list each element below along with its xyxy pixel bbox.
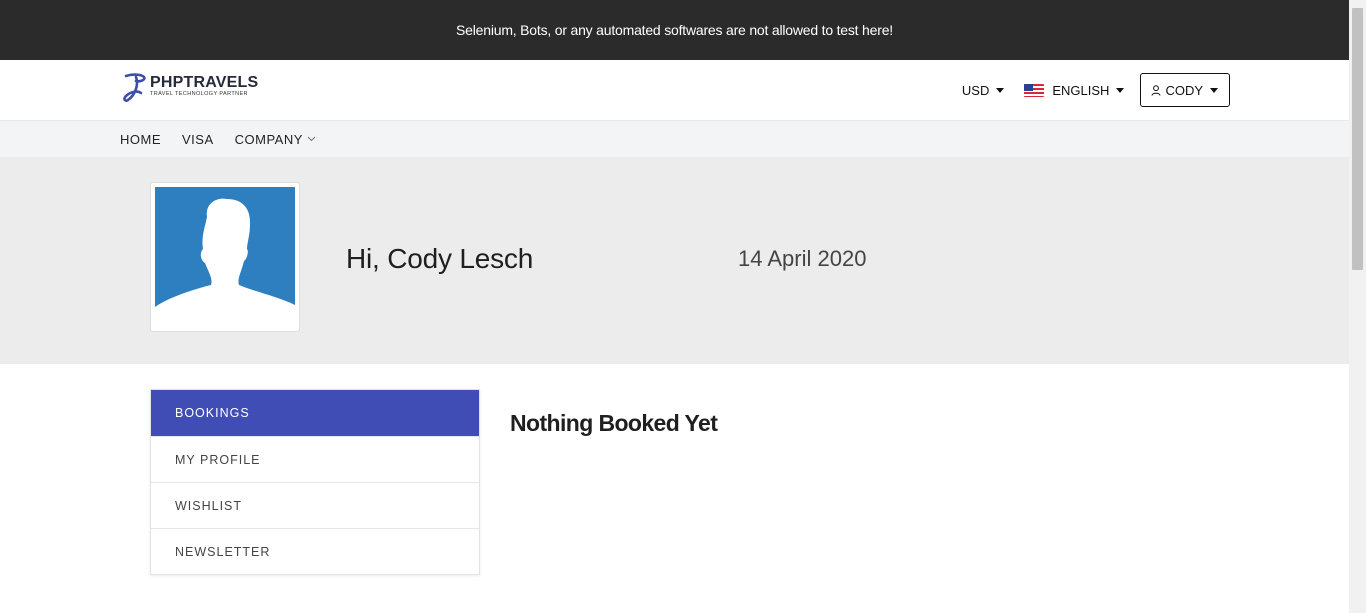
currency-label: USD bbox=[961, 82, 990, 98]
language-label: ENGLISH bbox=[1052, 82, 1110, 98]
nav-item-home[interactable]: HOME bbox=[120, 132, 161, 147]
user-label: CODY bbox=[1165, 82, 1203, 98]
us-flag-icon bbox=[1024, 83, 1045, 97]
sidebar-item-wishlist[interactable]: WISHLIST bbox=[151, 482, 479, 528]
language-dropdown[interactable]: ENGLISH bbox=[1024, 82, 1125, 98]
avatar bbox=[150, 182, 300, 332]
sidebar-item-bookings[interactable]: BOOKINGS bbox=[151, 390, 479, 436]
main-nav: HOME VISA COMPANY bbox=[0, 121, 1349, 157]
notice-bar: Selenium, Bots, or any automated softwar… bbox=[0, 0, 1349, 60]
sidebar-item-my-profile[interactable]: MY PROFILE bbox=[151, 436, 479, 482]
chevron-down-icon bbox=[307, 136, 316, 142]
scrollbar-thumb[interactable] bbox=[1352, 8, 1363, 270]
nav-item-label: VISA bbox=[182, 131, 214, 147]
header: PHPTRAVELS TRAVEL TECHNOLOGY PARTNER USD… bbox=[0, 60, 1349, 121]
page: Selenium, Bots, or any automated softwar… bbox=[0, 0, 1349, 613]
account-sidebar: BOOKINGS MY PROFILE WISHLIST NEWSLETTER bbox=[150, 389, 480, 575]
nav-item-label: COMPANY bbox=[234, 131, 303, 147]
logo-mark-icon bbox=[123, 73, 146, 102]
user-icon bbox=[1151, 84, 1161, 96]
nav-item-label: HOME bbox=[120, 131, 161, 147]
nav-item-visa[interactable]: VISA bbox=[182, 132, 214, 147]
empty-bookings-title: Nothing Booked Yet bbox=[510, 410, 718, 436]
nav-item-company[interactable]: COMPANY bbox=[235, 132, 316, 147]
logo-title: PHPTRAVELS bbox=[150, 74, 259, 91]
person-silhouette-icon bbox=[155, 198, 295, 327]
sidebar-item-newsletter[interactable]: NEWSLETTER bbox=[151, 528, 479, 574]
sidebar-item-label: NEWSLETTER bbox=[175, 544, 271, 559]
sidebar-item-label: BOOKINGS bbox=[175, 406, 250, 420]
caret-down-icon bbox=[1116, 87, 1125, 93]
logo[interactable]: PHPTRAVELS TRAVEL TECHNOLOGY PARTNER bbox=[122, 73, 258, 103]
caret-down-icon bbox=[1210, 87, 1218, 93]
caret-down-icon bbox=[996, 87, 1005, 93]
sidebar-item-label: WISHLIST bbox=[175, 498, 243, 513]
notice-text: Selenium, Bots, or any automated softwar… bbox=[456, 22, 893, 38]
sidebar-item-label: MY PROFILE bbox=[175, 452, 261, 467]
logo-subtitle: TRAVEL TECHNOLOGY PARTNER bbox=[150, 91, 248, 97]
page-scrollbar[interactable] bbox=[1349, 0, 1366, 613]
greeting: Hi, Cody Lesch bbox=[346, 243, 534, 274]
avatar-image bbox=[155, 187, 295, 327]
profile-hero: Hi, Cody Lesch 14 April 2020 bbox=[0, 157, 1349, 364]
current-date: 14 April 2020 bbox=[738, 246, 867, 271]
user-menu-button[interactable]: CODY bbox=[1140, 73, 1230, 107]
currency-dropdown[interactable]: USD bbox=[961, 82, 1005, 98]
